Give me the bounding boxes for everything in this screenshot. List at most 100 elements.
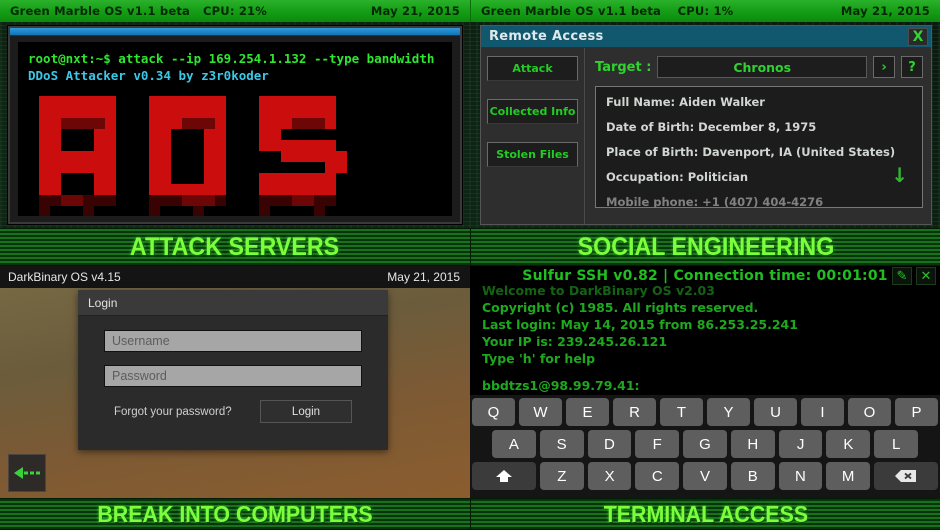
- dos-art-row: [28, 140, 442, 151]
- label-attack-servers-text: ATTACK SERVERS: [130, 232, 340, 261]
- info-place-of-birth: Place of Birth: Davenport, IA (United St…: [606, 145, 896, 159]
- target-row: Target : Chronos › ?: [595, 56, 923, 78]
- dos-art-row: [28, 162, 442, 173]
- panel-attack-servers: root@nxt:~$ attack --ip 169.254.1.132 --…: [0, 22, 470, 228]
- key-g[interactable]: G: [683, 430, 727, 458]
- keyboard-row-2: ASDFGHJKL: [472, 430, 938, 458]
- forgot-password-link[interactable]: Forgot your password?: [114, 406, 232, 418]
- key-m[interactable]: M: [826, 462, 871, 490]
- dos-art-row: [28, 96, 442, 107]
- key-h[interactable]: H: [730, 430, 775, 458]
- dos-art-row: [28, 206, 442, 216]
- label-terminal-access: TERMINAL ACCESS: [470, 498, 940, 530]
- ssh-line-blank: [482, 367, 940, 377]
- terminal-title-strip: [10, 28, 460, 36]
- key-e[interactable]: E: [566, 398, 609, 426]
- ddos-terminal-window: root@nxt:~$ attack --ip 169.254.1.132 --…: [8, 26, 462, 224]
- info-date-of-birth: Date of Birth: December 8, 1975: [606, 120, 817, 134]
- remote-access-titlebar: Remote Access X: [481, 26, 931, 48]
- key-p[interactable]: P: [895, 398, 938, 426]
- key-f[interactable]: F: [635, 430, 680, 458]
- os-cpu-right: CPU: 1%: [677, 4, 734, 18]
- attack-button[interactable]: Attack: [487, 56, 578, 81]
- password-input[interactable]: Password: [104, 365, 362, 387]
- keyboard-row-3: ZXCVBNM: [472, 462, 938, 490]
- backspace-key[interactable]: [874, 462, 938, 490]
- close-icon[interactable]: X: [908, 28, 928, 46]
- ssh-prompt: bbdtzs1@98.99.79.41:: [482, 378, 640, 393]
- help-button[interactable]: ?: [901, 56, 923, 78]
- back-arrow-icon[interactable]: [8, 454, 46, 492]
- login-window-title: Login: [88, 295, 118, 310]
- stolen-files-button[interactable]: Stolen Files: [487, 142, 578, 167]
- key-q[interactable]: Q: [472, 398, 515, 426]
- panel-terminal-access: Sulfur SSH v0.82 | Connection time: 00:0…: [470, 266, 940, 498]
- key-c[interactable]: C: [635, 462, 680, 490]
- key-l[interactable]: L: [874, 430, 919, 458]
- panel-social-engineering: Remote Access X Attack Collected Info St…: [470, 22, 940, 228]
- scroll-down-arrow-icon[interactable]: ↓: [891, 165, 908, 185]
- dos-art-row: [28, 151, 442, 162]
- key-b[interactable]: B: [730, 462, 775, 490]
- key-u[interactable]: U: [754, 398, 797, 426]
- os-date-left: May 21, 2015: [370, 4, 460, 18]
- key-z[interactable]: Z: [540, 462, 584, 490]
- key-y[interactable]: Y: [707, 398, 750, 426]
- key-w[interactable]: W: [519, 398, 562, 426]
- collected-info-list: Full Name: Aiden Walker Date of Birth: D…: [595, 86, 923, 208]
- on-screen-keyboard: QWERTYUIOP ASDFGHJKL ZXCVBNM: [470, 395, 940, 498]
- os-status-bar-left: Green Marble OS v1.1 beta CPU: 21% May 2…: [0, 0, 470, 22]
- remote-access-sidebar: Attack Collected Info Stolen Files: [481, 48, 585, 224]
- key-s[interactable]: S: [539, 430, 584, 458]
- ssh-line-your-ip: Your IP is: 239.245.26.121: [482, 334, 668, 349]
- key-o[interactable]: O: [848, 398, 891, 426]
- ssh-output[interactable]: Welcome to DarkBinary OS v2.03 Copyright…: [470, 280, 940, 398]
- dos-ascii-art: [28, 96, 442, 216]
- target-value[interactable]: Chronos: [657, 56, 867, 78]
- dos-art-row: [28, 118, 442, 129]
- os-status-bar-right: Green Marble OS v1.1 beta CPU: 1% May 21…: [470, 0, 940, 22]
- ssh-line-welcome: Welcome to DarkBinary OS v2.03: [482, 283, 715, 298]
- terminal-screen[interactable]: root@nxt:~$ attack --ip 169.254.1.132 --…: [18, 42, 452, 216]
- key-i[interactable]: I: [801, 398, 844, 426]
- key-v[interactable]: V: [683, 462, 727, 490]
- key-t[interactable]: T: [660, 398, 703, 426]
- key-j[interactable]: J: [778, 430, 823, 458]
- label-terminal-access-text: TERMINAL ACCESS: [603, 500, 808, 527]
- game-screen: Green Marble OS v1.1 beta CPU: 21% May 2…: [0, 0, 940, 530]
- panel-break-into-computers: DarkBinary OS v4.15 May 21, 2015 Login U…: [0, 266, 470, 498]
- info-mobile-phone: Mobile phone: +1 (407) 404-4276: [606, 195, 824, 208]
- ssh-line-copyright: Copyright (c) 1985. All rights reserved.: [482, 300, 759, 315]
- ssh-line-help-hint: Type 'h' for help: [482, 351, 596, 366]
- remote-access-title: Remote Access: [489, 29, 604, 44]
- os-title-left: Green Marble OS v1.1 beta: [10, 4, 190, 18]
- key-n[interactable]: N: [778, 462, 823, 490]
- terminal-banner-line: DDoS Attacker v0.34 by z3r0koder: [28, 68, 269, 83]
- label-social-engineering-text: SOCIAL ENGINEERING: [577, 232, 834, 261]
- darkbinary-os-name: DarkBinary OS v4.15: [8, 270, 121, 284]
- label-break-into-computers-text: BREAK INTO COMPUTERS: [97, 500, 373, 527]
- key-k[interactable]: K: [826, 430, 871, 458]
- key-r[interactable]: R: [613, 398, 656, 426]
- os-title-right: Green Marble OS v1.1 beta: [481, 4, 661, 18]
- dos-art-row: [28, 107, 442, 118]
- info-occupation: Occupation: Politician: [606, 170, 749, 184]
- info-full-name: Full Name: Aiden Walker: [606, 95, 765, 109]
- login-button[interactable]: Login: [260, 400, 352, 423]
- shift-key[interactable]: [472, 462, 536, 490]
- label-attack-servers: ATTACK SERVERS: [0, 228, 470, 266]
- label-break-into-computers: BREAK INTO COMPUTERS: [0, 498, 470, 530]
- login-window-titlebar: Login: [78, 290, 388, 316]
- dos-art-row: [28, 173, 442, 184]
- key-a[interactable]: A: [491, 430, 536, 458]
- collected-info-button[interactable]: Collected Info: [487, 99, 578, 124]
- label-social-engineering: SOCIAL ENGINEERING: [470, 228, 940, 266]
- key-d[interactable]: D: [587, 430, 632, 458]
- key-x[interactable]: X: [587, 462, 632, 490]
- os-cpu-left: CPU: 21%: [203, 4, 267, 18]
- next-target-button[interactable]: ›: [873, 56, 895, 78]
- dos-art-row: [28, 195, 442, 206]
- os-date-right: May 21, 2015: [840, 4, 930, 18]
- darkbinary-status-bar: DarkBinary OS v4.15 May 21, 2015: [0, 266, 470, 288]
- username-input[interactable]: Username: [104, 330, 362, 352]
